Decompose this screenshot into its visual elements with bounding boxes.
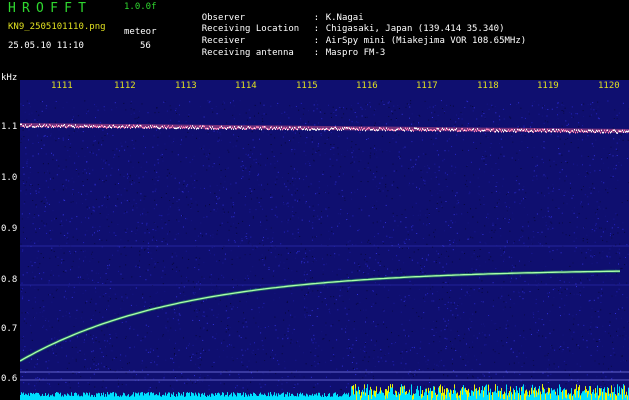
spectrogram-view: 1111 1112 1113 1114 1115 1116 1117 1118 … — [20, 80, 629, 400]
time-tick-label: 1120 — [598, 81, 620, 91]
station-sep: : — [313, 48, 320, 58]
frequency-axis: 1.1 1.0 0.9 0.8 0.7 0.6 — [0, 80, 20, 400]
time-tick-label: 1114 — [235, 81, 257, 91]
freq-tick-label: 0.8 — [1, 275, 18, 285]
app-title: HROFFT — [8, 1, 93, 16]
noise-layer — [20, 100, 629, 391]
station-row-antenna: Receiving antenna: Maspro FM-3 — [180, 40, 386, 67]
freq-tick-label: 1.0 — [1, 173, 18, 183]
time-tick-label: 1117 — [416, 81, 438, 91]
station-label: Receiving antenna — [201, 48, 294, 58]
meteor-label: meteor — [124, 27, 157, 37]
time-tick-label: 1115 — [296, 81, 318, 91]
time-tick-label: 1116 — [356, 81, 378, 91]
time-tick-label: 1111 — [51, 81, 73, 91]
app-version: 1.0.0f — [124, 2, 157, 12]
date-time: 25.05.10 11:10 — [8, 41, 84, 51]
spectrogram-canvas — [20, 100, 629, 400]
carrier-band — [20, 123, 629, 134]
file-name: KN9_2505101110.png — [8, 22, 106, 32]
power-bar — [20, 384, 629, 400]
time-tick-label: 1118 — [477, 81, 499, 91]
station-value: Maspro FM-3 — [325, 48, 386, 58]
freq-tick-label: 0.7 — [1, 324, 18, 334]
freq-tick-label: 1.1 — [1, 122, 18, 132]
time-tick-label: 1113 — [175, 81, 197, 91]
meteor-count: 56 — [140, 41, 151, 51]
time-tick-label: 1112 — [114, 81, 136, 91]
header: HROFFT 1.0.0f KN9_2505101110.png 25.05.1… — [0, 0, 629, 83]
freq-tick-label: 0.9 — [1, 224, 18, 234]
grid-lines — [20, 245, 629, 381]
freq-tick-label: 0.6 — [1, 374, 18, 384]
time-tick-label: 1119 — [537, 81, 559, 91]
